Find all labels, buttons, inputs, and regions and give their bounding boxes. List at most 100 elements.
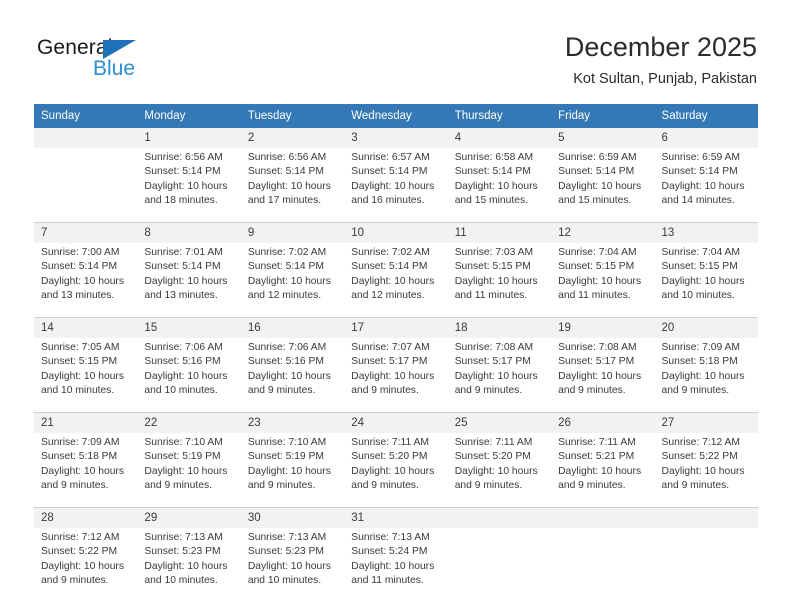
- day-detail-cell: Sunrise: 7:04 AM Sunset: 5:15 PM Dayligh…: [654, 243, 758, 318]
- day-number-cell[interactable]: 15: [137, 317, 241, 338]
- day-detail-cell: Sunrise: 7:03 AM Sunset: 5:15 PM Dayligh…: [447, 243, 552, 318]
- sunset-text: Sunset: 5:18 PM: [41, 451, 118, 463]
- sunset-text: Sunset: 5:20 PM: [351, 451, 428, 463]
- daylight-text-line1: Daylight: 10 hours: [41, 560, 124, 572]
- sunset-text: Sunset: 5:14 PM: [41, 261, 118, 273]
- daylight-text-line1: Daylight: 10 hours: [351, 560, 435, 572]
- day-number-cell[interactable]: 1: [137, 128, 241, 148]
- day-detail-cell: [551, 528, 655, 602]
- day-number-cell[interactable]: 31: [344, 507, 448, 528]
- weekday-header-row: Sunday Monday Tuesday Wednesday Thursday…: [34, 104, 758, 128]
- general-blue-logo[interactable]: General Blue: [37, 36, 157, 84]
- day-detail-cell: Sunrise: 7:10 AM Sunset: 5:19 PM Dayligh…: [137, 433, 241, 508]
- day-detail-cell: Sunrise: 7:13 AM Sunset: 5:23 PM Dayligh…: [137, 528, 241, 602]
- calendar-body: 1 2 3 4 5 6 Sunrise: 6:56 AM Sunset: 5:1…: [34, 128, 758, 602]
- day-number-cell[interactable]: 22: [137, 412, 241, 433]
- sunrise-text: Sunrise: 7:07 AM: [351, 342, 430, 353]
- sunset-text: Sunset: 5:24 PM: [351, 546, 428, 558]
- day-number-cell: [654, 507, 758, 528]
- sunrise-text: Sunrise: 7:12 AM: [661, 437, 740, 448]
- day-detail-cell: Sunrise: 6:59 AM Sunset: 5:14 PM Dayligh…: [551, 148, 655, 223]
- day-number-cell[interactable]: 14: [34, 317, 138, 338]
- sunset-text: Sunset: 5:15 PM: [454, 261, 531, 273]
- daylight-text-line2: and 15 minutes.: [454, 195, 528, 207]
- weekday-header-monday: Monday: [137, 104, 241, 128]
- daylight-text-line2: and 9 minutes.: [454, 385, 523, 397]
- daylight-text-line2: and 11 minutes.: [351, 575, 424, 587]
- day-detail-cell: [34, 148, 138, 223]
- sunrise-text: Sunrise: 6:59 AM: [661, 152, 740, 163]
- sunrise-text: Sunrise: 7:13 AM: [351, 532, 430, 543]
- daylight-text-line1: Daylight: 10 hours: [247, 180, 331, 192]
- day-number-cell[interactable]: 2: [240, 128, 345, 148]
- week-5-detail-row: Sunrise: 7:12 AM Sunset: 5:22 PM Dayligh…: [34, 528, 758, 602]
- day-number-cell[interactable]: 16: [240, 317, 345, 338]
- daylight-text-line2: and 18 minutes.: [144, 195, 218, 207]
- day-number-cell[interactable]: 24: [344, 412, 448, 433]
- day-number-cell[interactable]: 19: [551, 317, 655, 338]
- daylight-text-line2: and 14 minutes.: [661, 195, 735, 207]
- calendar-grid: Sunday Monday Tuesday Wednesday Thursday…: [34, 104, 758, 602]
- day-number-cell[interactable]: 12: [551, 222, 655, 243]
- sunset-text: Sunset: 5:18 PM: [661, 356, 738, 368]
- daylight-text-line2: and 16 minutes.: [351, 195, 425, 207]
- daylight-text-line1: Daylight: 10 hours: [144, 465, 228, 477]
- day-number-cell[interactable]: 29: [137, 507, 241, 528]
- day-number-cell[interactable]: 4: [447, 128, 552, 148]
- daylight-text-line2: and 9 minutes.: [351, 385, 419, 397]
- sunset-text: Sunset: 5:19 PM: [247, 451, 324, 463]
- day-detail-cell: Sunrise: 7:11 AM Sunset: 5:20 PM Dayligh…: [447, 433, 552, 508]
- daylight-text-line1: Daylight: 10 hours: [144, 180, 228, 192]
- daylight-text-line2: and 9 minutes.: [661, 480, 730, 492]
- day-number-cell[interactable]: 3: [344, 128, 448, 148]
- week-3-detail-row: Sunrise: 7:05 AM Sunset: 5:15 PM Dayligh…: [34, 338, 758, 413]
- day-number-cell[interactable]: 21: [34, 412, 138, 433]
- day-number-cell[interactable]: 8: [137, 222, 241, 243]
- weekday-header-tuesday: Tuesday: [240, 104, 345, 128]
- day-number-cell[interactable]: 17: [344, 317, 448, 338]
- day-number-cell[interactable]: 30: [240, 507, 345, 528]
- day-number-cell[interactable]: 9: [240, 222, 345, 243]
- day-number-cell[interactable]: 26: [551, 412, 655, 433]
- sunset-text: Sunset: 5:21 PM: [558, 451, 635, 463]
- day-detail-cell: Sunrise: 7:12 AM Sunset: 5:22 PM Dayligh…: [654, 433, 758, 508]
- daylight-text-line2: and 9 minutes.: [351, 480, 419, 492]
- logo-text-blue: Blue: [93, 57, 136, 80]
- sunset-text: Sunset: 5:14 PM: [351, 166, 428, 178]
- day-number-cell[interactable]: 20: [654, 317, 758, 338]
- day-number-cell[interactable]: 5: [551, 128, 655, 148]
- day-number-cell[interactable]: 6: [654, 128, 758, 148]
- daylight-text-line1: Daylight: 10 hours: [454, 180, 538, 192]
- day-detail-cell: Sunrise: 6:59 AM Sunset: 5:14 PM Dayligh…: [654, 148, 758, 223]
- daylight-text-line2: and 10 minutes.: [144, 385, 218, 397]
- daylight-text-line1: Daylight: 10 hours: [247, 275, 331, 287]
- day-number-cell[interactable]: 13: [654, 222, 758, 243]
- day-number-cell[interactable]: 7: [34, 222, 138, 243]
- sunrise-text: Sunrise: 6:56 AM: [144, 152, 223, 163]
- daylight-text-line1: Daylight: 10 hours: [661, 465, 745, 477]
- day-detail-cell: Sunrise: 7:01 AM Sunset: 5:14 PM Dayligh…: [137, 243, 241, 318]
- day-detail-cell: Sunrise: 7:11 AM Sunset: 5:20 PM Dayligh…: [344, 433, 448, 508]
- day-number-cell[interactable]: 11: [447, 222, 552, 243]
- sunrise-text: Sunrise: 7:00 AM: [41, 247, 120, 258]
- sunset-text: Sunset: 5:23 PM: [144, 546, 221, 558]
- day-number-cell[interactable]: 28: [34, 507, 138, 528]
- day-detail-cell: Sunrise: 7:08 AM Sunset: 5:17 PM Dayligh…: [551, 338, 655, 413]
- day-number-cell[interactable]: 10: [344, 222, 448, 243]
- day-number-cell[interactable]: 23: [240, 412, 345, 433]
- daylight-text-line1: Daylight: 10 hours: [558, 370, 642, 382]
- sunset-text: Sunset: 5:20 PM: [454, 451, 531, 463]
- sunset-text: Sunset: 5:17 PM: [558, 356, 635, 368]
- day-number-cell[interactable]: 25: [447, 412, 552, 433]
- daylight-text-line2: and 9 minutes.: [41, 575, 109, 587]
- daylight-text-line1: Daylight: 10 hours: [558, 180, 642, 192]
- day-detail-cell: Sunrise: 7:10 AM Sunset: 5:19 PM Dayligh…: [240, 433, 345, 508]
- day-number-cell[interactable]: 27: [654, 412, 758, 433]
- sunrise-text: Sunrise: 7:10 AM: [144, 437, 223, 448]
- sunset-text: Sunset: 5:14 PM: [454, 166, 531, 178]
- daylight-text-line2: and 12 minutes.: [247, 290, 322, 302]
- sunset-text: Sunset: 5:17 PM: [351, 356, 428, 368]
- daylight-text-line2: and 17 minutes.: [247, 195, 322, 207]
- day-number-cell[interactable]: 18: [447, 317, 552, 338]
- daylight-text-line1: Daylight: 10 hours: [454, 275, 538, 287]
